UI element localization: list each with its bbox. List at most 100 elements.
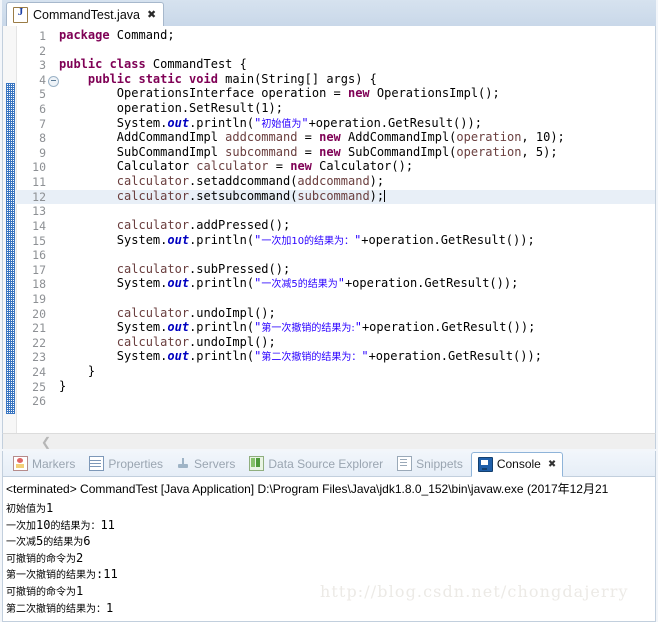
view-tab-label: Servers (194, 456, 236, 471)
code-line[interactable]: 14 calculator.addPressed(); (16, 217, 655, 234)
view-tab-label: Properties (108, 456, 164, 471)
code-line[interactable]: 18 System.out.println("一次减5的结果为"+operati… (16, 276, 655, 292)
line-number: 22 (32, 335, 46, 350)
editor-tab-label: CommandTest.java (33, 8, 140, 22)
code-text: System.out.println("一次加10的结果为："+operatio… (59, 232, 535, 247)
database-icon (249, 456, 265, 471)
code-line[interactable]: 5 OperationsInterface operation = new Op… (16, 86, 655, 102)
servers-icon (177, 457, 190, 470)
code-text: Calculator calculator = new Calculator()… (59, 159, 414, 174)
method-range-indicator (6, 83, 15, 414)
line-number: 19 (32, 291, 46, 306)
code-line[interactable]: 10 Calculator calculator = new Calculato… (16, 159, 655, 175)
code-line[interactable]: 23 System.out.println("第二次撤销的结果为："+opera… (16, 349, 655, 365)
console-output-line: 一次减5的结果为6 (6, 534, 91, 549)
line-number: 24 (32, 365, 46, 380)
code-text: AddCommandImpl addcommand = new AddComma… (59, 130, 565, 145)
line-number: 8 (39, 131, 46, 146)
line-number: 13 (32, 204, 46, 219)
code-line[interactable]: 1 package Command; (16, 28, 655, 44)
line-number: 1 (39, 29, 46, 43)
properties-icon (89, 456, 105, 471)
view-tab-label: Markers (32, 456, 76, 471)
console-output-line: 可撤销的命令为1 (6, 583, 84, 598)
line-number: 18 (32, 277, 46, 292)
code-text: SubCommandImpl subcommand = new SubComma… (59, 144, 558, 159)
code-text: calculator.subPressed(); (116, 261, 291, 276)
line-number: 26 (32, 394, 46, 409)
line-number: 23 (32, 350, 46, 365)
view-tab-label: Console (496, 457, 541, 471)
view-tab-label: Data Source Explorer (268, 456, 384, 471)
code-line[interactable]: 16 (16, 248, 655, 263)
chevron-left-icon[interactable]: ❮ (39, 435, 53, 449)
code-line[interactable]: 2 (16, 43, 655, 59)
console-output-line: 一次加10的结果为：11 (6, 517, 115, 532)
console-output-line: 初始值为1 (6, 501, 54, 515)
code-text: OperationsInterface operation = new Oper… (59, 86, 500, 101)
line-number: 14 (32, 218, 46, 233)
code-line[interactable]: 15 System.out.println("一次加10的结果为："+opera… (16, 232, 655, 249)
line-number: 11 (32, 175, 46, 190)
line-number: 7 (39, 116, 46, 131)
view-tab-properties[interactable]: Properties (83, 452, 169, 475)
line-number: 16 (32, 248, 46, 263)
line-number: 17 (32, 262, 46, 277)
line-number: 6 (39, 102, 46, 117)
editor-tab-commandtest-java[interactable]: CommandTest.java ✖ (6, 2, 165, 27)
line-number: 5 (39, 87, 46, 102)
line-number: 4 (39, 72, 46, 87)
view-tab-console[interactable]: Console ✖ (470, 451, 564, 477)
line-number: 12 (32, 189, 46, 204)
view-tab-snippets[interactable]: Snippets (391, 452, 469, 475)
console-part: Markers Properties Servers Data Source Expl… (2, 451, 656, 622)
code-line[interactable]: 7 System.out.println("初始值为"+operation.Ge… (16, 116, 655, 132)
console-output-line: 第一次撤销的结果为:11 (6, 567, 118, 582)
code-text: calculator.undoImpl(); (116, 334, 276, 349)
line-number: 25 (32, 379, 46, 394)
code-line[interactable]: 13 (16, 204, 655, 219)
fold-collapse-icon[interactable] (48, 75, 59, 87)
code-line[interactable]: 21 System.out.println("第一次撤销的结果为:"+opera… (16, 320, 655, 336)
code-editor[interactable]: 1 package Command; 2 3 public class CommandT… (2, 26, 656, 433)
line-number: 15 (32, 233, 46, 248)
line-number: 21 (32, 321, 46, 336)
source-code-area[interactable]: 1 package Command; 2 3 public class CommandT… (16, 26, 655, 433)
code-text: calculator.setaddcommand(addcommand); (116, 174, 385, 189)
code-line[interactable]: 4 public static void main(String[] args)… (16, 72, 655, 88)
view-tab-markers[interactable]: Markers (7, 452, 81, 475)
view-tab-label: Snippets (416, 456, 463, 471)
code-line[interactable]: 22 calculator.undoImpl(); (16, 334, 655, 351)
console-launch-status: <terminated> CommandTest [Java Applicati… (6, 482, 609, 496)
line-number: 3 (39, 58, 46, 73)
code-line[interactable]: 26 (16, 394, 655, 409)
code-line[interactable]: 12 calculator.setsubcommand(subcommand); (16, 188, 655, 205)
view-tab-servers[interactable]: Servers (171, 452, 241, 475)
code-line[interactable]: 17 calculator.subPressed(); (16, 261, 655, 278)
close-icon[interactable]: ✖ (548, 459, 556, 470)
editor-horizontal-scrollbar[interactable]: ❮ (2, 433, 656, 449)
code-line[interactable]: 6 operation.SetResult(1); (16, 101, 655, 117)
code-text: calculator.undoImpl(); (116, 305, 276, 320)
view-tab-data-source-explorer[interactable]: Data Source Explorer (243, 452, 389, 475)
markers-icon (13, 456, 28, 471)
code-text: calculator.setsubcommand(subcommand); (116, 188, 386, 203)
code-text: System.out.println("一次减5的结果为"+operation.… (59, 276, 519, 291)
code-text: calculator.addPressed(); (116, 217, 291, 232)
code-line[interactable]: 19 (16, 291, 655, 307)
code-line[interactable]: 8 AddCommandImpl addcommand = new AddCom… (16, 130, 655, 146)
code-line[interactable]: 9 SubCommandImpl subcommand = new SubCom… (16, 144, 655, 161)
eclipse-window: CommandTest.java ✖ 1 package Command; 23 pu… (0, 0, 658, 622)
code-text: } (59, 378, 67, 393)
line-number: 2 (39, 43, 46, 58)
code-line[interactable]: 11 calculator.setaddcommand(addcommand); (16, 174, 655, 190)
code-text: System.out.println("第二次撤销的结果为："+operatio… (59, 349, 542, 364)
code-text: } (59, 364, 96, 379)
close-icon[interactable]: ✖ (147, 9, 156, 21)
code-line[interactable]: 24 } (16, 364, 655, 380)
code-line[interactable]: 3 public class CommandTest { (16, 57, 655, 73)
code-line[interactable]: 20 calculator.undoImpl(); (16, 305, 655, 322)
code-line[interactable]: 25} (16, 378, 655, 395)
console-output[interactable]: 初始值为1 一次加10的结果为：11 一次减5的结果为6 可撤销的命令为2 第一次撤销的… (3, 498, 655, 617)
java-file-icon (13, 6, 28, 23)
